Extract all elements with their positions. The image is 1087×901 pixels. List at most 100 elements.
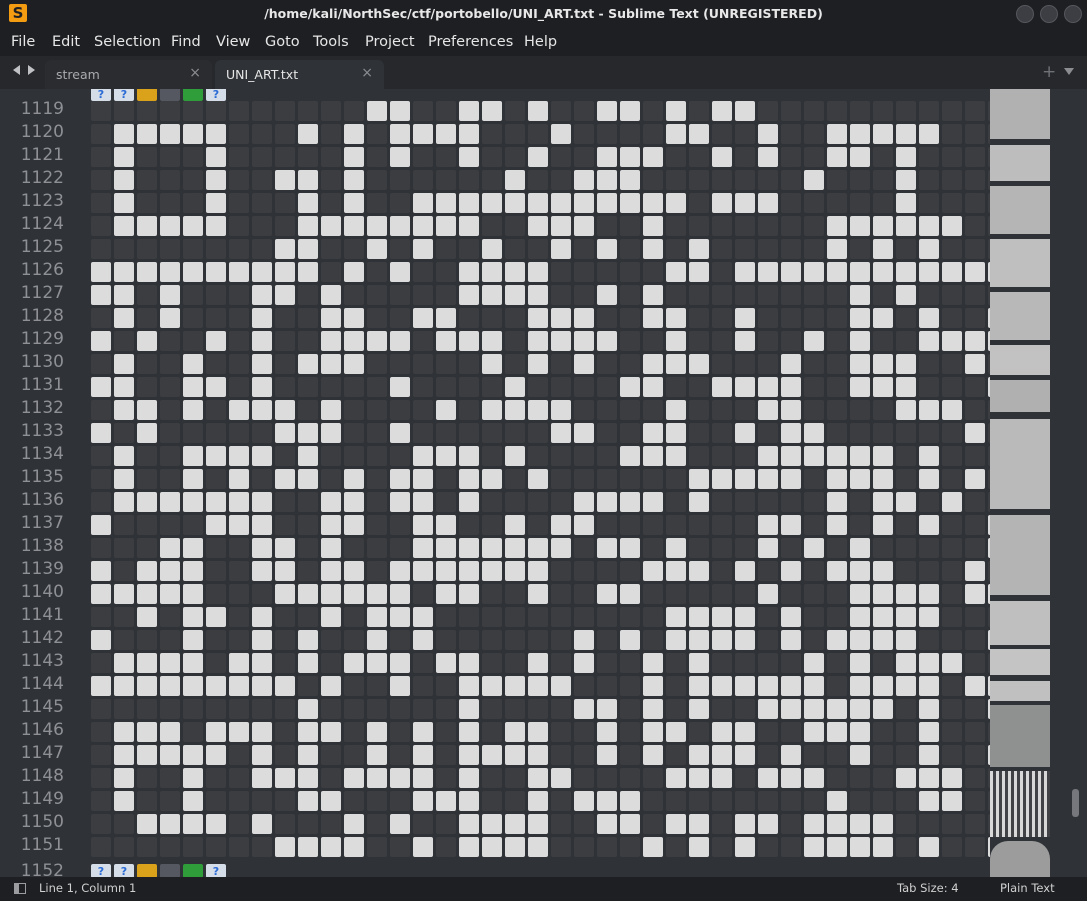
menu-goto[interactable]: Goto bbox=[265, 34, 300, 50]
white-square-cell bbox=[528, 101, 548, 121]
tab-nav-left-icon[interactable] bbox=[13, 65, 20, 75]
tab-nav-right-icon[interactable] bbox=[28, 65, 35, 75]
white-square-cell bbox=[252, 676, 272, 696]
white-square-cell bbox=[413, 515, 433, 535]
minimize-button[interactable] bbox=[1016, 5, 1034, 23]
black-square-cell bbox=[827, 354, 847, 374]
black-square-cell bbox=[413, 400, 433, 420]
black-square-cell bbox=[229, 354, 249, 374]
white-square-cell bbox=[321, 492, 341, 512]
white-square-cell bbox=[298, 124, 318, 144]
white-square-cell bbox=[206, 147, 226, 167]
menu-edit[interactable]: Edit bbox=[52, 34, 80, 50]
sidebar-toggle-icon[interactable] bbox=[14, 883, 26, 894]
scrollbar-thumb[interactable] bbox=[1072, 789, 1079, 817]
white-square-cell bbox=[781, 630, 801, 650]
black-square-cell bbox=[965, 216, 985, 236]
black-square-cell bbox=[413, 676, 433, 696]
tab-uni-art[interactable]: UNI_ART.txt × bbox=[215, 60, 384, 89]
white-square-cell bbox=[344, 331, 364, 351]
black-square-cell bbox=[436, 722, 456, 742]
white-square-cell bbox=[551, 216, 571, 236]
white-square-cell bbox=[781, 354, 801, 374]
menu-view[interactable]: View bbox=[216, 34, 250, 50]
white-square-cell bbox=[413, 791, 433, 811]
black-square-cell bbox=[873, 170, 893, 190]
black-square-cell bbox=[735, 354, 755, 374]
black-square-cell bbox=[91, 768, 111, 788]
black-square-cell bbox=[942, 101, 962, 121]
glyph-text: ? bbox=[98, 865, 104, 877]
white-square-cell bbox=[666, 768, 686, 788]
black-square-cell bbox=[436, 147, 456, 167]
white-square-cell bbox=[436, 124, 456, 144]
black-square-cell bbox=[942, 699, 962, 719]
black-square-cell bbox=[528, 170, 548, 190]
white-square-cell bbox=[758, 193, 778, 213]
black-square-cell bbox=[114, 699, 134, 719]
black-square-cell bbox=[620, 469, 640, 489]
menu-find[interactable]: Find bbox=[171, 34, 201, 50]
close-button[interactable] bbox=[1064, 5, 1082, 23]
menu-tools[interactable]: Tools bbox=[313, 34, 349, 50]
white-square-cell bbox=[919, 837, 939, 857]
white-square-cell bbox=[436, 216, 456, 236]
tab-close-icon[interactable]: × bbox=[189, 65, 201, 81]
editor-pane[interactable]: 1118111911201121112211231124112511261127… bbox=[0, 89, 1087, 877]
black-square-cell bbox=[206, 837, 226, 857]
menu-file[interactable]: File bbox=[11, 34, 35, 50]
white-square-cell bbox=[528, 147, 548, 167]
black-square-cell bbox=[436, 745, 456, 765]
tab-stream[interactable]: stream × bbox=[45, 60, 212, 89]
black-square-cell bbox=[367, 377, 387, 397]
white-square-cell bbox=[850, 837, 870, 857]
syntax-mode[interactable]: Plain Text bbox=[1000, 881, 1055, 895]
white-square-cell bbox=[689, 607, 709, 627]
black-square-cell bbox=[229, 170, 249, 190]
cursor-position[interactable]: Line 1, Column 1 bbox=[39, 881, 136, 895]
white-square-cell bbox=[666, 308, 686, 328]
white-square-cell bbox=[206, 170, 226, 190]
menu-selection[interactable]: Selection bbox=[94, 34, 161, 50]
white-square-cell bbox=[137, 124, 157, 144]
black-square-cell bbox=[551, 262, 571, 282]
black-square-cell bbox=[620, 653, 640, 673]
maximize-button[interactable] bbox=[1040, 5, 1058, 23]
white-square-cell bbox=[965, 584, 985, 604]
white-square-cell bbox=[758, 446, 778, 466]
tab-close-icon[interactable]: × bbox=[361, 65, 373, 81]
black-square-cell bbox=[528, 607, 548, 627]
white-square-cell bbox=[206, 331, 226, 351]
minimap[interactable] bbox=[990, 89, 1051, 877]
black-square-cell bbox=[965, 745, 985, 765]
white-square-cell bbox=[804, 262, 824, 282]
white-square-cell bbox=[390, 607, 410, 627]
black-square-cell bbox=[942, 124, 962, 144]
menu-preferences[interactable]: Preferences bbox=[428, 34, 513, 50]
new-tab-icon[interactable]: + bbox=[1042, 62, 1056, 82]
white-square-cell bbox=[689, 699, 709, 719]
black-square-cell bbox=[321, 630, 341, 650]
black-square-cell bbox=[505, 239, 525, 259]
black-square-cell bbox=[252, 101, 272, 121]
menu-help[interactable]: Help bbox=[524, 34, 557, 50]
white-square-cell bbox=[965, 561, 985, 581]
white-square-cell bbox=[413, 124, 433, 144]
menu-project[interactable]: Project bbox=[365, 34, 415, 50]
black-square-cell bbox=[597, 515, 617, 535]
black-square-cell bbox=[367, 837, 387, 857]
tab-list-chevron-icon[interactable] bbox=[1064, 68, 1074, 75]
black-square-cell bbox=[505, 469, 525, 489]
tab-size[interactable]: Tab Size: 4 bbox=[897, 881, 959, 895]
white-square-cell bbox=[160, 561, 180, 581]
white-square-cell bbox=[298, 653, 318, 673]
black-square-cell bbox=[321, 768, 341, 788]
black-square-cell bbox=[137, 377, 157, 397]
black-square-cell bbox=[735, 584, 755, 604]
white-square-cell bbox=[275, 676, 295, 696]
black-square-cell bbox=[367, 124, 387, 144]
white-square-cell bbox=[873, 239, 893, 259]
white-square-cell bbox=[551, 331, 571, 351]
white-square-cell bbox=[873, 446, 893, 466]
white-square-cell bbox=[873, 354, 893, 374]
